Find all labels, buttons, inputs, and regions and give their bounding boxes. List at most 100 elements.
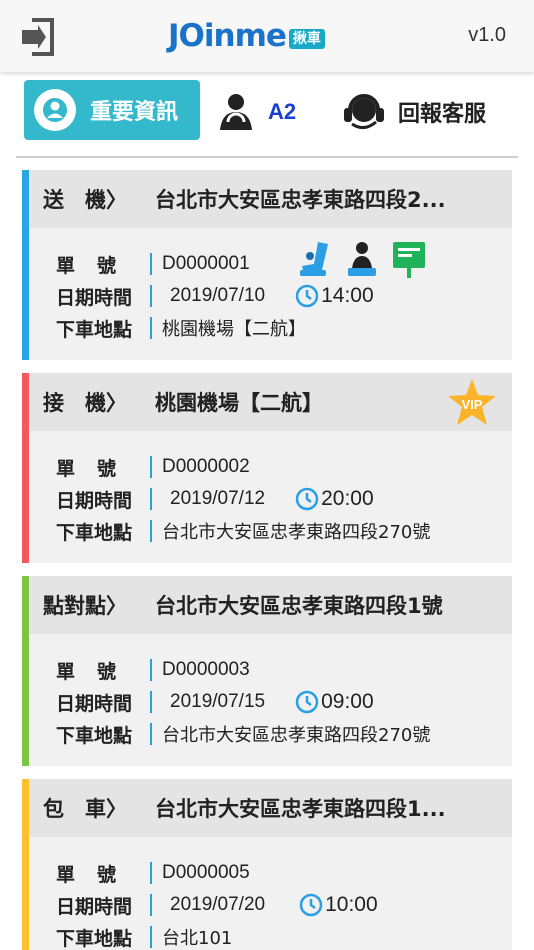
dropoff-label: 下車地點 [56, 927, 133, 950]
order-no-label: 單號 [56, 457, 139, 480]
dropoff-value: 台北101 [162, 928, 233, 949]
dropoff-row: 下車地點 台北101 [56, 923, 232, 950]
card-color-bar [22, 576, 29, 766]
order-no-label: 單號 [56, 660, 139, 683]
order-card[interactable]: 包 車〉 台北市大安區忠孝東路四段1... 單號 D0000005 日期時間 2… [22, 779, 512, 950]
order-no-row: 單號 D0000005 [56, 859, 250, 887]
clock-icon [299, 893, 323, 917]
trip-destination: 桃園機場【二航】 [155, 391, 323, 415]
trip-type: 接 機〉 [43, 391, 127, 415]
card-color-bar [22, 170, 29, 360]
time-value: 20:00 [321, 487, 374, 510]
order-list: 送 機〉 台北市大安區忠孝東路四段2... 單號 D0000001 日期時間 2… [22, 170, 512, 950]
tab-customer-service[interactable]: 回報客服 [342, 92, 486, 132]
info-person-icon [34, 89, 76, 131]
divider [150, 894, 152, 916]
date-value: 2019/07/12 [170, 488, 266, 509]
service-icons [298, 240, 426, 280]
driver-icon [220, 94, 252, 130]
app-logo: JOinme 揪車 [168, 16, 325, 56]
vip-text: VIP [462, 397, 483, 412]
headset-icon [344, 94, 384, 129]
divider [150, 862, 152, 884]
exit-button[interactable] [18, 16, 58, 58]
card-color-bar [22, 373, 29, 563]
dropoff-value: 台北市大安區忠孝東路四段270號 [162, 725, 431, 746]
dropoff-label: 下車地點 [56, 318, 133, 341]
clock-icon [295, 284, 319, 308]
divider [150, 456, 152, 478]
datetime-row: 日期時間 2019/07/20 10:00 [56, 891, 378, 919]
dropoff-row: 下車地點 桃園機場【二航】 [56, 314, 306, 342]
datetime-label: 日期時間 [56, 692, 133, 715]
divider [150, 926, 152, 948]
divider [150, 285, 152, 307]
tab-driver-label: A2 [268, 99, 297, 124]
sign-board-icon [393, 242, 425, 278]
version-label: v1.0 [468, 24, 506, 46]
card-header: 點對點〉 台北市大安區忠孝東路四段1號 [29, 576, 512, 634]
order-card[interactable]: 接 機〉 桃園機場【二航】 VIP 單號 D0000002 日期時間 2019/… [22, 373, 512, 563]
divider [150, 659, 152, 681]
divider [150, 691, 152, 713]
clock-icon [295, 487, 319, 511]
dropoff-label: 下車地點 [56, 521, 133, 544]
time-value: 10:00 [325, 893, 378, 916]
datetime-row: 日期時間 2019/07/10 14:00 [56, 282, 374, 310]
tab-important-info[interactable]: 重要資訊 [24, 80, 200, 140]
date-value: 2019/07/20 [170, 894, 266, 915]
dropoff-row: 下車地點 台北市大安區忠孝東路四段270號 [56, 720, 430, 748]
divider [150, 253, 152, 275]
time-value: 09:00 [321, 690, 374, 713]
trip-destination: 台北市大安區忠孝東路四段1號 [155, 594, 443, 618]
dropoff-value: 桃園機場【二航】 [162, 319, 306, 340]
trip-type: 點對點〉 [43, 594, 127, 618]
divider [150, 723, 152, 745]
tab-bar: 重要資訊 A2 回報客服 [16, 72, 518, 158]
order-no-row: 單號 D0000002 [56, 453, 250, 481]
datetime-row: 日期時間 2019/07/12 20:00 [56, 485, 374, 513]
order-no-value: D0000002 [162, 456, 250, 477]
trip-type: 送 機〉 [43, 188, 127, 212]
order-no-value: D0000005 [162, 862, 250, 883]
order-no-label: 單號 [56, 254, 139, 277]
dropoff-value: 台北市大安區忠孝東路四段270號 [162, 522, 431, 543]
order-card[interactable]: 點對點〉 台北市大安區忠孝東路四段1號 單號 D0000003 日期時間 201… [22, 576, 512, 766]
tab-driver[interactable]: A2 [216, 92, 296, 132]
date-value: 2019/07/15 [170, 691, 266, 712]
order-no-value: D0000001 [162, 253, 250, 274]
order-no-value: D0000003 [162, 659, 250, 680]
divider [150, 488, 152, 510]
dropoff-row: 下車地點 台北市大安區忠孝東路四段270號 [56, 517, 430, 545]
order-no-row: 單號 D0000001 [56, 250, 250, 278]
order-no-label: 單號 [56, 863, 139, 886]
card-header: 接 機〉 桃園機場【二航】 [29, 373, 512, 431]
trip-destination: 台北市大安區忠孝東路四段1... [155, 797, 446, 821]
order-card[interactable]: 送 機〉 台北市大安區忠孝東路四段2... 單號 D0000001 日期時間 2… [22, 170, 512, 360]
top-bar: JOinme 揪車 v1.0 [0, 0, 534, 72]
tab-customer-service-label: 回報客服 [398, 102, 487, 127]
booster-seat-icon [348, 242, 376, 276]
datetime-label: 日期時間 [56, 489, 133, 512]
child-seat-icon [300, 242, 328, 276]
datetime-label: 日期時間 [56, 286, 133, 309]
tab-important-info-label: 重要資訊 [90, 100, 179, 125]
card-header: 包 車〉 台北市大安區忠孝東路四段1... [29, 779, 512, 837]
exit-icon [22, 18, 54, 56]
time-value: 14:00 [321, 284, 374, 307]
datetime-row: 日期時間 2019/07/15 09:00 [56, 688, 374, 716]
vip-badge: VIP [446, 377, 498, 429]
card-color-bar [22, 779, 29, 950]
vip-star-icon: VIP [448, 379, 496, 425]
card-header: 送 機〉 台北市大安區忠孝東路四段2... [29, 170, 512, 228]
date-value: 2019/07/10 [170, 285, 266, 306]
order-no-row: 單號 D0000003 [56, 656, 250, 684]
dropoff-label: 下車地點 [56, 724, 133, 747]
divider [150, 520, 152, 542]
logo-badge: 揪車 [288, 29, 325, 49]
trip-type: 包 車〉 [43, 797, 127, 821]
trip-destination: 台北市大安區忠孝東路四段2... [155, 188, 446, 212]
clock-icon [295, 690, 319, 714]
datetime-label: 日期時間 [56, 895, 133, 918]
divider [150, 317, 152, 339]
